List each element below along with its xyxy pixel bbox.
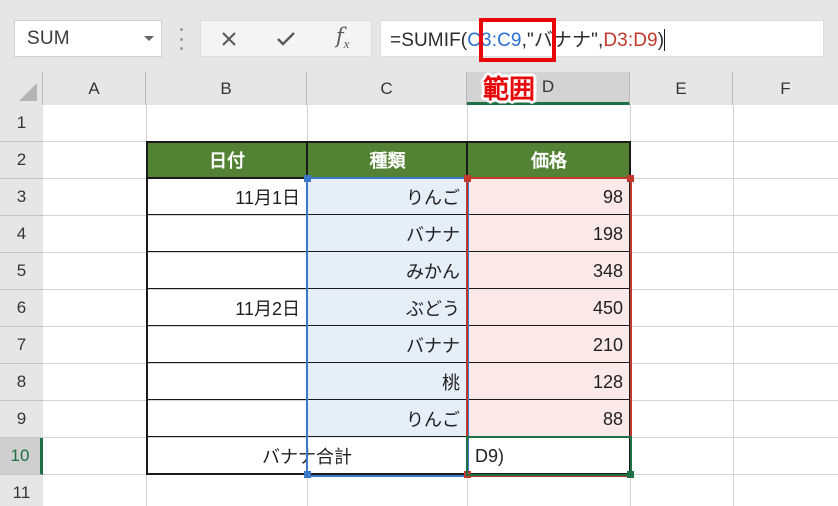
formula-token-range-c: C3:C9 (467, 30, 522, 51)
formula-token-0: =SUMIF( (390, 30, 468, 51)
cell-d6[interactable]: 450 (468, 290, 630, 326)
fill-handle[interactable] (627, 471, 634, 478)
column-header-c[interactable]: C (307, 72, 467, 105)
row-header-column: 1 2 3 4 5 6 7 8 9 10 11 (0, 105, 43, 506)
selection-handle-d-topright (627, 175, 634, 182)
drag-grip-icon (176, 28, 186, 50)
cell-b3[interactable]: 11月1日 (147, 179, 307, 215)
formula-bar-strip: SUM 𝑓x =SUMIF(C3:C9,"バナナ",D3:D9) (0, 0, 838, 72)
table-border-row9 (146, 436, 631, 437)
name-box[interactable]: SUM (14, 20, 162, 57)
row-header-8[interactable]: 8 (0, 364, 43, 401)
annotation-range-label: 範囲 (483, 74, 536, 104)
row-header-6[interactable]: 6 (0, 290, 43, 327)
table-header-type[interactable]: 種類 (308, 142, 467, 178)
table-border-row4 (146, 251, 631, 252)
formula-text: =SUMIF(C3:C9,"バナナ",D3:D9) (381, 25, 666, 52)
cell-c6[interactable]: ぶどう (308, 290, 467, 326)
cell-grid[interactable]: 日付 種類 価格 11月1日 りんご 98 バナナ 198 みかん 348 11… (43, 105, 838, 506)
close-x-icon[interactable] (206, 21, 252, 56)
table-border-b-c (306, 141, 308, 475)
select-all-triangle-icon (19, 83, 37, 101)
table-border-top (146, 141, 631, 143)
row-header-4[interactable]: 4 (0, 216, 43, 253)
name-box-value: SUM (27, 27, 70, 49)
row-header-9[interactable]: 9 (0, 401, 43, 438)
table-border-row7 (146, 362, 631, 363)
formula-token-2: ,"バナナ", (521, 30, 604, 51)
fx-insert-function-icon[interactable]: 𝑓x (320, 21, 366, 56)
table-header-date[interactable]: 日付 (147, 142, 307, 178)
row-header-10[interactable]: 10 (0, 438, 43, 475)
row-header-11[interactable]: 11 (0, 475, 43, 506)
text-cursor (664, 29, 666, 51)
cell-d7[interactable]: 210 (468, 327, 630, 363)
cell-c5[interactable]: みかん (308, 253, 467, 289)
cell-d8[interactable]: 128 (468, 364, 630, 400)
checkmark-icon[interactable] (263, 21, 309, 56)
formula-action-buttons: 𝑓x (200, 20, 372, 57)
table-header-price[interactable]: 価格 (468, 142, 630, 178)
selection-handle-d-bottomleft (464, 471, 471, 478)
table-border-row6 (146, 325, 631, 326)
formula-token-range-d: D3:D9 (603, 30, 658, 51)
table-border-right (629, 141, 631, 475)
table-border-bottom (146, 473, 631, 475)
cell-d5[interactable]: 348 (468, 253, 630, 289)
formula-input[interactable]: =SUMIF(C3:C9,"バナナ",D3:D9) (380, 20, 824, 57)
row-header-7[interactable]: 7 (0, 327, 43, 364)
cell-b5[interactable] (147, 253, 307, 289)
cell-d10-editing[interactable]: D9) (468, 438, 630, 474)
row-header-5[interactable]: 5 (0, 253, 43, 290)
table-border-row3 (146, 214, 631, 215)
cell-b6[interactable]: 11月2日 (147, 290, 307, 326)
table-border-header-bottom (146, 177, 631, 179)
excel-window: SUM 𝑓x =SUMIF(C3:C9,"バナナ",D3:D9) A B C D… (0, 0, 838, 506)
cell-b7[interactable] (147, 327, 307, 363)
cell-d3[interactable]: 98 (468, 179, 630, 215)
table-border-row8 (146, 399, 631, 400)
column-header-row: A B C D E F (0, 72, 838, 105)
cell-d4[interactable]: 198 (468, 216, 630, 252)
table-border-left (146, 141, 148, 475)
worksheet: A B C D E F 1 2 3 4 5 6 7 8 9 10 11 日付 種… (0, 72, 838, 506)
table-border-c-d-header (466, 141, 468, 177)
cell-b9[interactable] (147, 401, 307, 437)
cell-b4[interactable] (147, 216, 307, 252)
cell-c7[interactable]: バナナ (308, 327, 467, 363)
cell-d9[interactable]: 88 (468, 401, 630, 437)
cell-c3[interactable]: りんご (308, 179, 467, 215)
column-header-a[interactable]: A (43, 72, 146, 105)
select-all-corner[interactable] (0, 72, 43, 105)
cell-c9[interactable]: りんご (308, 401, 467, 437)
cell-c4[interactable]: バナナ (308, 216, 467, 252)
cell-c8[interactable]: 桃 (308, 364, 467, 400)
selection-handle-c-topleft (304, 175, 311, 182)
row-header-2[interactable]: 2 (0, 142, 43, 179)
table-border-row5 (146, 288, 631, 289)
row-header-3[interactable]: 3 (0, 179, 43, 216)
gridline-v-e-f (733, 105, 734, 506)
cell-b8[interactable] (147, 364, 307, 400)
selection-handle-d-topleft (464, 175, 471, 182)
row-header-1[interactable]: 1 (0, 105, 43, 142)
selection-handle-c-bottomleft (304, 471, 311, 478)
column-header-e[interactable]: E (630, 72, 733, 105)
chevron-down-icon[interactable] (137, 36, 161, 41)
column-header-b[interactable]: B (146, 72, 307, 105)
column-header-f[interactable]: F (733, 72, 838, 105)
